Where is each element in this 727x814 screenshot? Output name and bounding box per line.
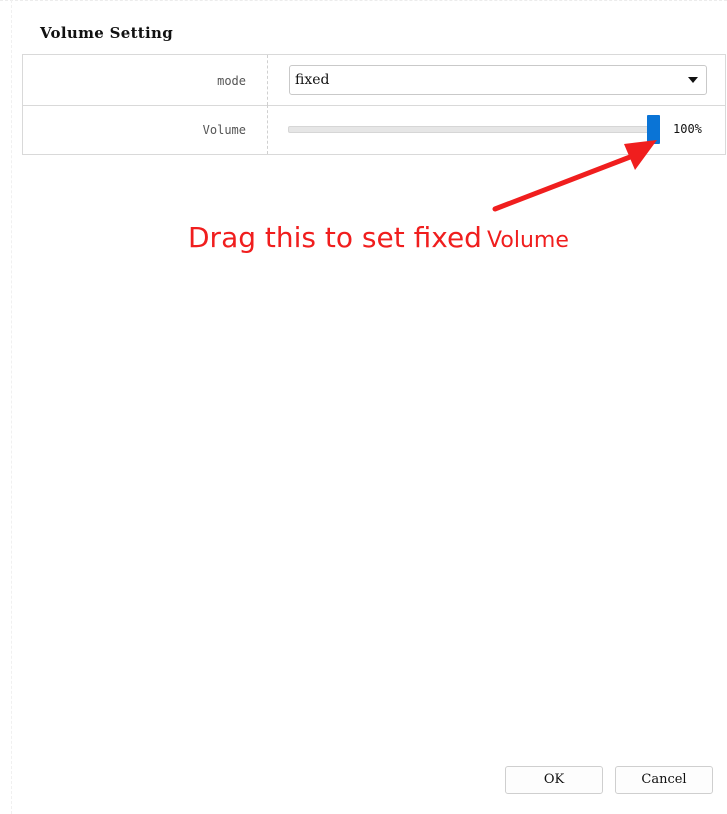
cancel-button[interactable]: Cancel [615, 766, 713, 794]
dialog-title: Volume Setting [40, 24, 174, 42]
annotation-arrow-icon [492, 140, 657, 212]
volume-setting-dialog: Volume Setting mode fixed Volume 100% Dr… [0, 0, 727, 814]
annotation-text-volume: Volume [487, 228, 569, 253]
volume-label: Volume [23, 105, 268, 154]
annotation-text-main: Drag this to set fixed [188, 221, 482, 254]
chevron-down-icon[interactable] [688, 77, 698, 83]
frame-edge-top [0, 0, 727, 1]
mode-row: mode fixed [23, 55, 725, 106]
mode-label: mode [23, 55, 268, 105]
ok-button[interactable]: OK [505, 766, 603, 794]
frame-edge-left [11, 0, 12, 814]
mode-select[interactable]: fixed [289, 65, 707, 95]
annotation-text: Drag this to set fixed Volume [188, 221, 569, 254]
mode-select-value: fixed [295, 72, 330, 88]
